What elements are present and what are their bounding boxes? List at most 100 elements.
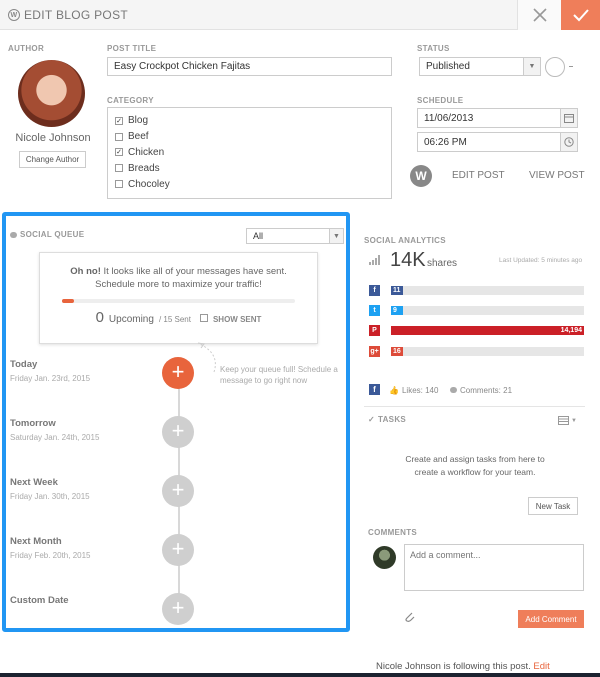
schedule-date-input[interactable]: 11/06/2013 <box>417 108 561 128</box>
category-checkbox[interactable]: ✓ <box>115 116 123 125</box>
calendar-button[interactable] <box>561 108 578 128</box>
checkmark-icon <box>572 9 589 22</box>
new-task-button[interactable]: New Task <box>528 497 578 515</box>
queue-filter-value: All <box>253 231 264 241</box>
clock-button[interactable] <box>561 132 578 152</box>
shares-label: shares <box>427 258 458 269</box>
upcoming-count: 0 <box>95 309 104 326</box>
status-indicator[interactable] <box>545 57 565 77</box>
chevron-down-icon: ▼ <box>523 58 540 75</box>
social-queue-label: SOCIAL QUEUE <box>10 230 84 239</box>
share-bar-track: 16 <box>391 347 584 356</box>
author-label: AUTHOR <box>8 44 45 53</box>
comments-text: Comments: 21 <box>460 386 513 395</box>
edit-post-link[interactable]: EDIT POST <box>452 170 505 181</box>
queue-hint: Keep your queue full! Schedule a message… <box>220 365 338 385</box>
category-item-breads[interactable]: Breads <box>115 160 391 176</box>
task-view-toggle[interactable]: ▼ <box>558 416 577 425</box>
queue-empty-card: Oh no! It looks like all of your message… <box>39 252 318 344</box>
slot-date: Friday Feb. 20th, 2015 <box>10 551 91 560</box>
calendar-icon <box>564 114 574 123</box>
comment-input[interactable] <box>404 544 584 591</box>
commenter-avatar <box>373 546 396 569</box>
share-bar-fill: 16 <box>391 347 403 356</box>
save-button[interactable] <box>561 0 600 30</box>
edit-followers-link[interactable]: Edit <box>533 661 549 672</box>
paperclip-icon[interactable] <box>404 610 415 622</box>
twitter-share-row: t 9 <box>369 305 584 316</box>
divider <box>364 406 585 407</box>
checkmark-icon: ✓ <box>368 415 376 424</box>
signal-bars-icon <box>369 255 380 265</box>
schedule-time-input[interactable]: 06:26 PM <box>417 132 561 152</box>
clock-icon <box>564 137 574 147</box>
close-button[interactable] <box>517 0 561 30</box>
twitter-icon: t <box>369 305 380 316</box>
schedule-next-week-button[interactable]: + <box>162 475 194 507</box>
google-plus-share-row: g+ 16 <box>369 346 584 357</box>
post-title-input[interactable]: Easy Crockpot Chicken Fajitas <box>107 57 392 76</box>
category-item-chicken[interactable]: ✓ Chicken <box>115 145 391 161</box>
close-icon <box>532 8 547 22</box>
status-select[interactable]: Published ▼ <box>419 57 541 76</box>
chevron-down-icon: ▼ <box>329 229 343 243</box>
following-text: Nicole Johnson is following this post. <box>376 661 531 672</box>
social-queue-panel: SOCIAL QUEUE All ▼ Oh no! It looks like … <box>2 212 350 632</box>
category-checkbox[interactable] <box>115 164 123 173</box>
queue-progress-fill <box>62 299 74 303</box>
comments-count: Comments: 21 <box>450 386 512 395</box>
post-title-label: POST TITLE <box>107 44 157 53</box>
view-post-link[interactable]: VIEW POST <box>529 170 585 181</box>
tasks-empty-text: Create and assign tasks from here to cre… <box>405 454 545 477</box>
likes-count: 👍 Likes: 140 <box>389 386 438 395</box>
facebook-share-row: f 11 <box>369 285 584 296</box>
category-checkbox[interactable] <box>115 180 123 189</box>
slot-title: Custom Date <box>10 595 69 606</box>
schedule-custom-date-button[interactable]: + <box>162 593 194 625</box>
category-checkbox[interactable] <box>115 132 123 141</box>
tasks-label: ✓ TASKS <box>368 415 406 424</box>
bottom-edge <box>0 673 600 677</box>
grid-icon <box>558 416 569 425</box>
pinterest-icon: P <box>369 325 380 336</box>
share-bar-track: 11 <box>391 286 584 295</box>
category-item-beef[interactable]: Beef <box>115 129 391 145</box>
category-item-blog[interactable]: ✓ Blog <box>115 113 391 129</box>
social-analytics-label: SOCIAL ANALYTICS <box>364 236 446 245</box>
dashed-arrow-icon <box>197 342 216 373</box>
chat-bubble-icon <box>10 231 17 238</box>
chat-bubble-icon <box>450 387 457 393</box>
slot-title: Tomorrow <box>10 418 56 429</box>
category-item-chocoley[interactable]: Chocoley <box>115 176 391 192</box>
queue-empty-bold: Oh no! <box>70 266 101 277</box>
category-item-label: Beef <box>128 131 149 143</box>
change-author-button[interactable]: Change Author <box>19 151 86 168</box>
last-updated: Last Updated: 5 minutes ago <box>499 257 583 264</box>
add-comment-button[interactable]: Add Comment <box>518 610 584 628</box>
share-bar-fill: 14,194 <box>391 326 584 335</box>
queue-progress-bar <box>62 299 295 303</box>
queue-count-row: 0 Upcoming / 15 Sent SHOW SENT <box>40 309 317 326</box>
schedule-tomorrow-button[interactable]: + <box>162 416 194 448</box>
sent-label: / 15 Sent <box>158 315 191 324</box>
chevron-down-icon: ▼ <box>571 417 577 424</box>
upcoming-label: Upcoming <box>108 314 154 325</box>
schedule-now-button[interactable]: + <box>162 357 194 389</box>
slot-title: Today <box>10 359 38 370</box>
show-sent-checkbox[interactable] <box>199 313 208 322</box>
category-item-label: Blog <box>128 115 149 127</box>
social-queue-label-text: SOCIAL QUEUE <box>20 230 85 239</box>
share-bar-fill: 11 <box>391 286 403 295</box>
slot-date: Saturday Jan. 24th, 2015 <box>10 433 100 442</box>
queue-empty-message: Oh no! It looks like all of your message… <box>40 265 317 291</box>
schedule-next-month-button[interactable]: + <box>162 534 194 566</box>
google-plus-icon: g+ <box>369 346 380 357</box>
wordpress-icon: W <box>8 9 20 21</box>
queue-filter-select[interactable]: All ▼ <box>246 228 344 244</box>
following-notice: Nicole Johnson is following this post. E… <box>376 661 550 672</box>
slot-title: Next Week <box>10 477 58 488</box>
show-sent-label: SHOW SENT <box>212 315 262 324</box>
status-value: Published <box>426 61 470 72</box>
facebook-icon: f <box>369 285 380 296</box>
category-checkbox[interactable]: ✓ <box>115 148 123 157</box>
